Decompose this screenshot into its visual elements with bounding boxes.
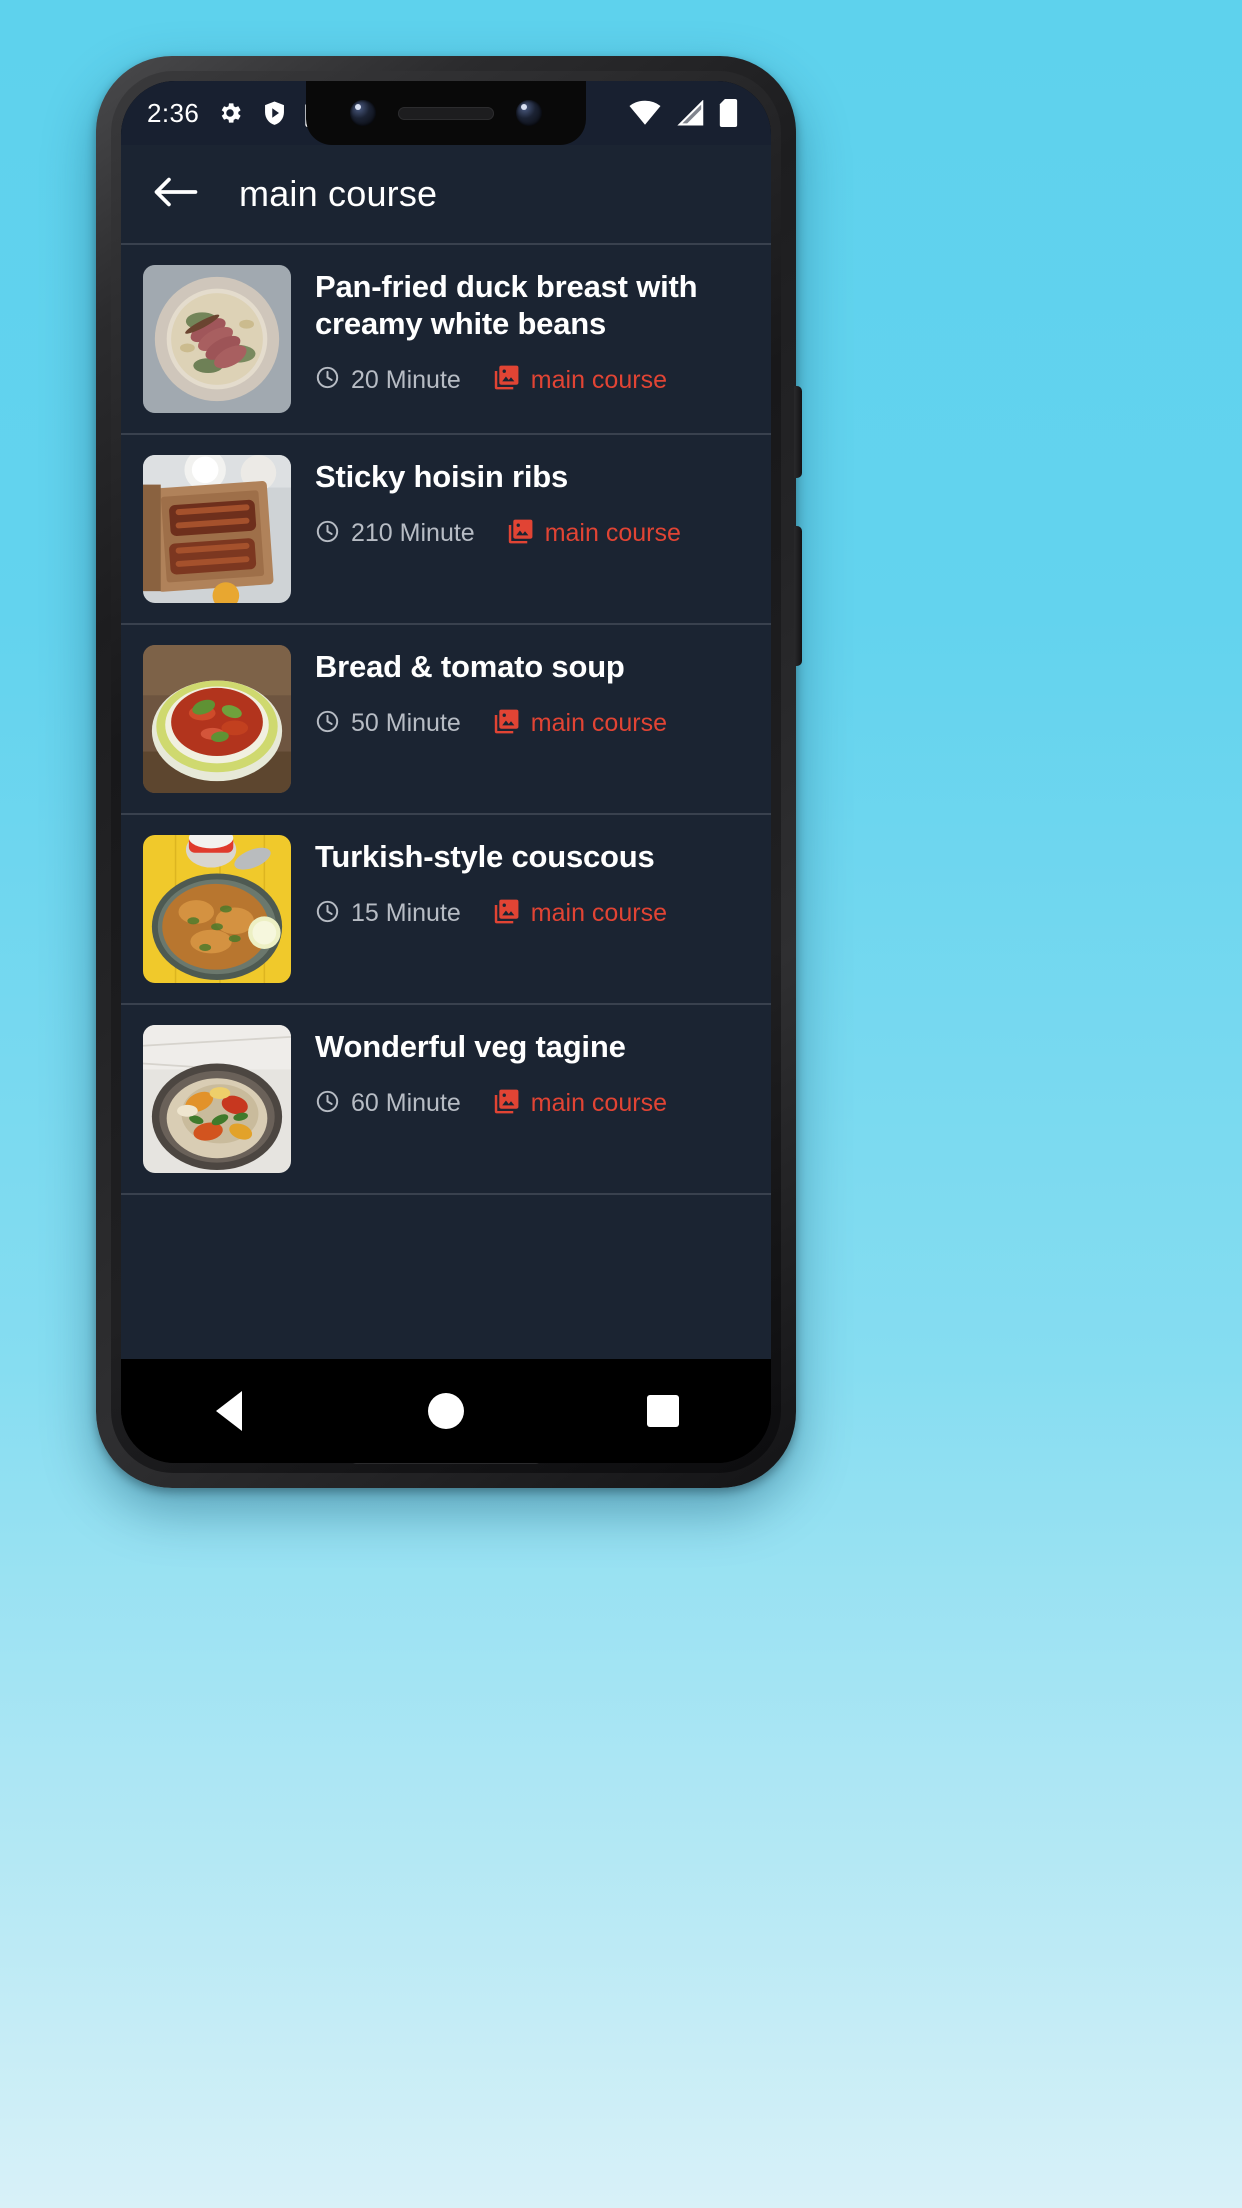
nav-back-icon: [216, 1391, 243, 1431]
recipe-time: 210 Minute: [315, 519, 475, 549]
photo-library-icon: [493, 364, 520, 396]
recipe-thumbnail: [143, 265, 291, 413]
recipe-thumbnail: [143, 455, 291, 603]
nav-home-icon: [427, 1393, 464, 1429]
recipe-meta: 15 Minute main course: [315, 898, 749, 930]
photo-library-icon: [507, 518, 534, 550]
recipe-title: Bread & tomato soup: [315, 649, 625, 684]
wifi-icon: [629, 100, 661, 126]
recipe-time-text: 60 Minute: [351, 1089, 461, 1118]
recipe-title: Sticky hoisin ribs: [315, 459, 569, 494]
recipe-time-text: 210 Minute: [351, 519, 475, 548]
recipe-info: Sticky hoisin ribs 210 Minute main cours…: [291, 455, 749, 550]
recipe-meta: 50 Minute main course: [315, 708, 749, 740]
recipe-thumbnail: [143, 645, 291, 793]
recipe-category-text: main course: [530, 1089, 667, 1118]
recipe-category-text: main course: [530, 899, 667, 928]
recipe-meta: 20 Minute main course: [315, 364, 749, 396]
recipe-list[interactable]: Pan-fried duck breast with creamy white …: [121, 243, 771, 1359]
list-item[interactable]: Bread & tomato soup 50 Minute main cours…: [121, 625, 771, 815]
recipe-category[interactable]: main course: [493, 364, 667, 396]
phone-frame: 2:36 main course Pan-fried duck breast w…: [96, 56, 802, 1488]
recipe-meta: 60 Minute main course: [315, 1088, 749, 1120]
recipe-time-text: 15 Minute: [351, 899, 461, 928]
recipe-info: Wonderful veg tagine 60 Minute main cour…: [291, 1025, 749, 1120]
page-title: main course: [239, 173, 438, 214]
recipe-time: 60 Minute: [315, 1089, 461, 1119]
recipe-title: Wonderful veg tagine: [315, 1029, 626, 1064]
clock-icon: [315, 519, 340, 549]
play-protect-shield-icon: [261, 99, 288, 127]
recipe-thumbnail: [143, 835, 291, 983]
recipe-info: Turkish-style couscous 15 Minute main co…: [291, 835, 749, 930]
volume-button[interactable]: [794, 526, 802, 666]
clock-icon: [315, 1089, 340, 1119]
recipe-info: Bread & tomato soup 50 Minute main cours…: [291, 645, 749, 740]
nav-back-button[interactable]: [181, 1363, 277, 1459]
recipe-time: 15 Minute: [315, 899, 461, 929]
recipe-category[interactable]: main course: [507, 518, 681, 550]
list-item[interactable]: Wonderful veg tagine 60 Minute main cour…: [121, 1005, 771, 1195]
app-bar: main course: [121, 145, 771, 243]
nav-recents-button[interactable]: [615, 1363, 711, 1459]
recipe-title: Pan-fried duck breast with creamy white …: [315, 269, 698, 341]
phone-screen: 2:36 main course Pan-fried duck breast w…: [121, 81, 771, 1463]
list-item[interactable]: Pan-fried duck breast with creamy white …: [121, 245, 771, 435]
navigation-bar: [121, 1359, 771, 1463]
clock-icon: [315, 899, 340, 929]
recipe-meta: 210 Minute main course: [315, 518, 749, 550]
recipe-time-text: 50 Minute: [351, 709, 461, 738]
list-item[interactable]: Sticky hoisin ribs 210 Minute main cours…: [121, 435, 771, 625]
status-bar-right: [629, 99, 745, 127]
recipe-time-text: 20 Minute: [351, 365, 461, 394]
recipe-title: Turkish-style couscous: [315, 839, 655, 874]
recipe-category[interactable]: main course: [493, 1088, 667, 1120]
recipe-category[interactable]: main course: [493, 898, 667, 930]
nav-home-button[interactable]: [398, 1363, 494, 1459]
battery-icon: [719, 99, 741, 127]
earpiece-speaker: [398, 106, 494, 120]
photo-library-icon: [493, 898, 520, 930]
clock-icon: [315, 365, 340, 395]
clock-icon: [315, 709, 340, 739]
list-item[interactable]: Turkish-style couscous 15 Minute main co…: [121, 815, 771, 1005]
cellular-signal-icon: [675, 100, 705, 126]
recipe-category-text: main course: [544, 519, 681, 548]
nav-recents-icon: [646, 1395, 679, 1427]
recipe-time: 50 Minute: [315, 709, 461, 739]
recipe-info: Pan-fried duck breast with creamy white …: [291, 265, 749, 396]
front-camera-icon: [350, 100, 376, 126]
phone-bezel: 2:36 main course Pan-fried duck breast w…: [111, 71, 781, 1473]
arrow-back-icon: [153, 173, 199, 216]
back-button[interactable]: [147, 165, 205, 223]
recipe-category-text: main course: [530, 709, 667, 738]
settings-gear-icon: [216, 99, 244, 127]
status-bar-left: 2:36: [147, 98, 329, 129]
app-content: main course Pan-fried duck breast with c…: [121, 145, 771, 1359]
recipe-category[interactable]: main course: [493, 708, 667, 740]
recipe-thumbnail: [143, 1025, 291, 1173]
notch: [306, 81, 586, 145]
power-button[interactable]: [794, 386, 802, 478]
photo-library-icon: [493, 708, 520, 740]
recipe-category-text: main course: [530, 365, 667, 394]
recipe-time: 20 Minute: [315, 365, 461, 395]
status-clock: 2:36: [147, 97, 200, 128]
front-camera-secondary-icon: [516, 100, 542, 126]
photo-library-icon: [493, 1088, 520, 1120]
